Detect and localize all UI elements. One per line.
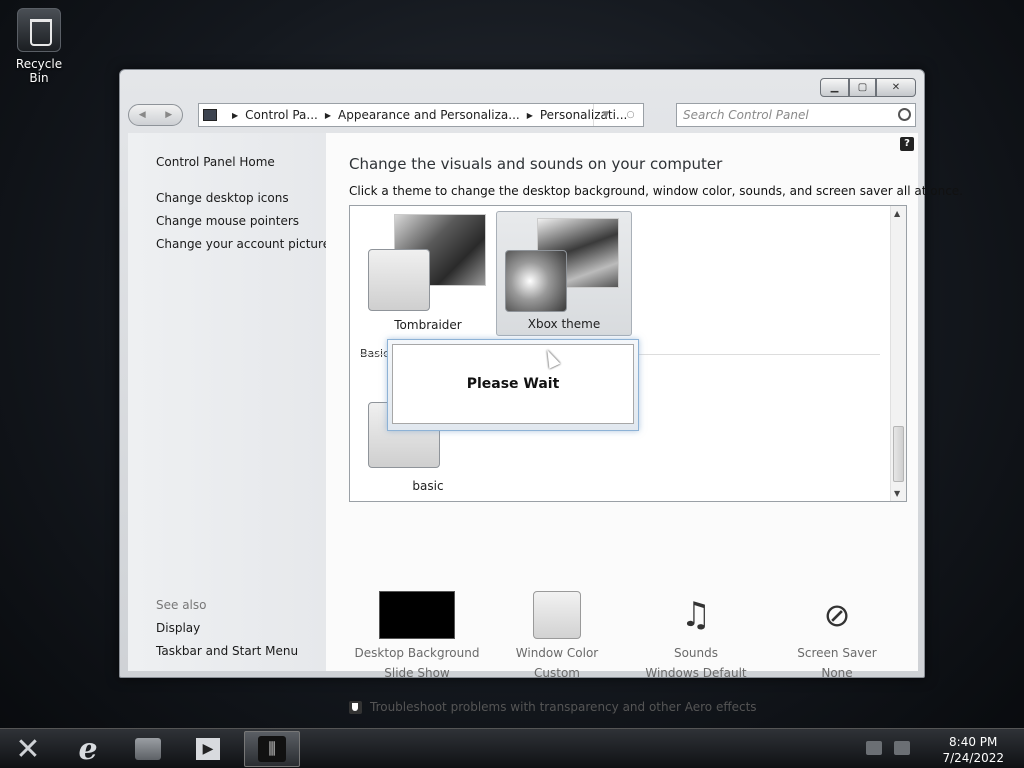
back-forward-buttons: ◀ ▶	[128, 104, 183, 126]
troubleshoot-label: Troubleshoot problems with transparency …	[370, 700, 757, 714]
vertical-scrollbar[interactable]: ▲ ▼	[890, 206, 906, 501]
control-panel-sliders-icon: ⫼	[258, 736, 286, 762]
forward-icon[interactable]: ▶	[156, 105, 183, 125]
navigation-bar: ◀ ▶ ▶ Control Pa... ▶ Appearance and Per…	[128, 103, 916, 127]
taskbar-internet-explorer[interactable]: e	[60, 731, 116, 767]
close-button[interactable]: ✕	[876, 78, 916, 97]
theme-label: Tombraider	[394, 318, 462, 332]
theme-label: basic	[412, 479, 444, 493]
control-panel-icon	[203, 109, 217, 121]
minimize-icon: ▁	[830, 82, 839, 93]
taskbar-start-menu-link[interactable]: Taskbar and Start Menu	[156, 644, 298, 658]
see-also-label: See also	[156, 598, 207, 612]
taskbar-explorer[interactable]	[120, 731, 176, 767]
clock-time: 8:40 PM	[949, 735, 998, 749]
close-icon: ✕	[891, 82, 901, 93]
breadcrumb-appearance[interactable]: Appearance and Personaliza...	[338, 108, 520, 122]
start-button[interactable]: ✕	[0, 731, 56, 767]
minimize-button[interactable]: ▁	[820, 78, 849, 97]
sounds-value: Windows Default	[645, 666, 747, 680]
change-mouse-pointers-link[interactable]: Change mouse pointers	[156, 214, 299, 228]
search-input[interactable]: Search Control Panel	[676, 103, 916, 127]
chevron-down-icon[interactable]: ▼	[603, 110, 610, 120]
control-panel-home-link[interactable]: Control Panel Home	[156, 155, 275, 169]
sounds-title: Sounds	[673, 646, 719, 660]
theme-color-tile	[368, 249, 430, 311]
help-icon[interactable]: ?	[900, 137, 914, 151]
recycle-bin-icon	[17, 8, 61, 52]
color-tile-icon	[533, 591, 581, 639]
troubleshoot-link[interactable]: Troubleshoot problems with transparency …	[349, 700, 757, 714]
media-player-icon: ▶	[196, 738, 220, 760]
sounds-item[interactable]: ♫ Sounds Windows Default	[626, 591, 766, 683]
network-icon[interactable]	[866, 741, 882, 755]
theme-xbox[interactable]: Xbox theme	[496, 211, 632, 336]
internet-explorer-icon: e	[78, 731, 98, 767]
screen-saver-value: None	[821, 666, 853, 680]
breadcrumb-separator-icon[interactable]: ▶	[325, 111, 331, 120]
black-swatch-icon	[379, 591, 455, 639]
address-controls: ▼ ○	[593, 104, 643, 126]
back-icon[interactable]: ◀	[129, 105, 156, 125]
search-placeholder: Search Control Panel	[683, 108, 809, 122]
maximize-icon: ▢	[857, 82, 868, 93]
scroll-up-icon[interactable]: ▲	[894, 209, 900, 218]
please-wait-message: Please Wait	[392, 344, 634, 424]
scroll-down-icon[interactable]: ▼	[894, 489, 900, 498]
theme-color-tile	[505, 250, 567, 312]
refresh-icon[interactable]: ○	[627, 110, 635, 120]
desktop-background-item[interactable]: Desktop Background Slide Show	[347, 591, 487, 683]
taskbar-control-panel[interactable]: ⫼	[244, 731, 300, 767]
music-keyboard-icon: ♫	[680, 595, 712, 635]
breadcrumb-separator-icon[interactable]: ▶	[527, 111, 533, 120]
theme-label: Xbox theme	[527, 317, 601, 331]
screen-saver-item[interactable]: ⊘ Screen Saver None	[767, 591, 907, 683]
recycle-bin[interactable]: Recycle Bin	[6, 8, 72, 85]
folder-icon	[135, 738, 161, 760]
left-task-pane: Control Panel Home Change desktop icons …	[128, 133, 330, 671]
screen-saver-title: Screen Saver	[797, 646, 877, 660]
window-color-item[interactable]: Window Color Custom	[487, 591, 627, 683]
user-status-icon[interactable]	[894, 741, 910, 755]
scroll-thumb[interactable]	[893, 426, 904, 482]
taskbar-media-player[interactable]: ▶	[180, 731, 236, 767]
search-icon[interactable]	[898, 108, 911, 121]
window-color-value: Custom	[534, 666, 580, 680]
no-screensaver-icon: ⊘	[823, 596, 851, 634]
shield-icon	[349, 700, 362, 714]
change-desktop-icons-link[interactable]: Change desktop icons	[156, 191, 289, 205]
page-title: Change the visuals and sounds on your co…	[349, 155, 723, 173]
desktop-background-title: Desktop Background	[354, 646, 480, 660]
clock[interactable]: 8:40 PM 7/24/2022	[942, 734, 1004, 766]
window-color-title: Window Color	[515, 646, 599, 660]
clock-date: 7/24/2022	[942, 751, 1004, 765]
address-bar[interactable]: ▶ Control Pa... ▶ Appearance and Persona…	[198, 103, 644, 127]
recycle-bin-label: Recycle Bin	[15, 57, 63, 85]
start-x-icon: ✕	[15, 731, 41, 767]
theme-tombraider[interactable]: Tombraider	[360, 211, 496, 336]
maximize-button[interactable]: ▢	[849, 78, 876, 97]
system-tray	[866, 741, 910, 755]
breadcrumb-separator-icon[interactable]: ▶	[232, 111, 238, 120]
page-subtitle: Click a theme to change the desktop back…	[349, 184, 963, 198]
display-link[interactable]: Display	[156, 621, 200, 635]
change-account-picture-link[interactable]: Change your account picture	[156, 237, 330, 251]
desktop-background-value: Slide Show	[384, 666, 450, 680]
please-wait-dialog: Please Wait	[387, 339, 639, 431]
breadcrumb-control-panel[interactable]: Control Pa...	[245, 108, 318, 122]
taskbar: ✕ e ▶ ⫼ 8:40 PM 7/24/2022	[0, 728, 1024, 768]
